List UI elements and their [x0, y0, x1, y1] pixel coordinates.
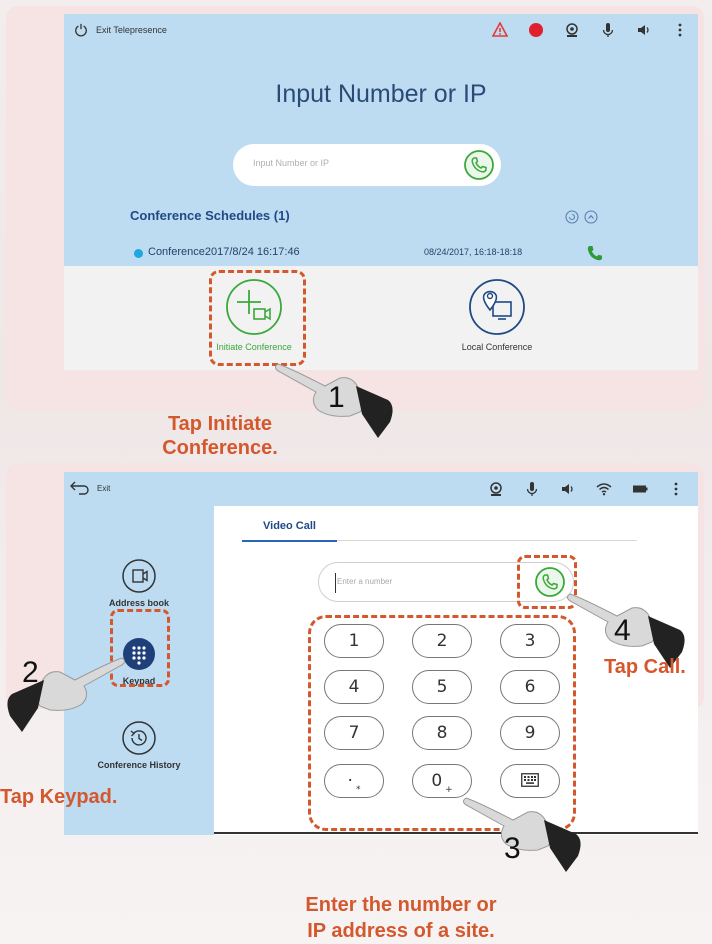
back-arrow-icon [70, 481, 89, 495]
more-icon[interactable] [672, 22, 688, 38]
text-caret [335, 573, 336, 593]
local-conference-label: Local Conference [461, 342, 533, 352]
tap-keypad-callout: Tap Keypad. [0, 786, 118, 808]
exit-label: Exit [97, 483, 111, 493]
schedule-name: Conference2017/8/24 16:17:46 [148, 246, 300, 258]
callout-line: IP address of a site. [307, 920, 495, 942]
mic-icon[interactable] [524, 481, 540, 497]
step-number-4: 4 [614, 614, 631, 647]
input-placeholder: Enter a number [337, 577, 393, 586]
step-number-2: 2 [22, 656, 39, 689]
schedule-row[interactable]: Conference2017/8/24 16:17:46 08/24/2017,… [64, 243, 698, 266]
number-ip-input[interactable]: Input Number or IP [233, 144, 501, 186]
callout-line: Enter the number or [305, 894, 497, 916]
power-icon [75, 23, 87, 37]
pointing-hand-icon [7, 657, 126, 732]
refresh-icon[interactable] [565, 210, 579, 224]
conference-schedules-title: Conference Schedules (1) [130, 208, 290, 223]
schedule-controls [565, 210, 598, 224]
status-icons [488, 481, 684, 497]
tab-video-call[interactable]: Video Call [242, 520, 337, 542]
warning-icon[interactable] [492, 22, 508, 38]
mic-icon[interactable] [600, 22, 616, 38]
home-header-area: Exit Telepresence Input Number or IP Inp… [64, 14, 698, 266]
callout-line: Conference. [162, 437, 278, 459]
page-title: Input Number or IP [275, 80, 487, 108]
address-book-icon [122, 559, 156, 593]
pointing-hand-icon [462, 797, 581, 872]
tab-divider [337, 540, 637, 541]
enter-number-callout: Enter the number or IP address of a site… [246, 892, 556, 944]
tap-initiate-callout: Tap Initiate Conference. [120, 412, 320, 460]
sidebar-item-label: Address book [108, 598, 169, 608]
status-bar: Exit [64, 472, 698, 506]
record-icon[interactable] [528, 22, 544, 38]
sidebar-item-address-book[interactable]: Address book [64, 558, 214, 608]
collapse-icon[interactable] [584, 210, 598, 224]
local-conference-option[interactable]: Local Conference [427, 278, 567, 352]
camera-icon[interactable] [564, 22, 580, 38]
wifi-icon[interactable] [596, 481, 612, 497]
status-icons [492, 22, 688, 38]
exit-telepresence-button[interactable]: Exit Telepresence [74, 23, 167, 37]
screen-bottom-edge [214, 832, 698, 834]
initiate-conference-highlight [209, 270, 306, 366]
exit-button[interactable]: Exit [69, 480, 110, 496]
speaker-icon[interactable] [560, 481, 576, 497]
status-dot [134, 249, 143, 258]
sidebar-item-label: Conference History [97, 760, 181, 770]
call-button[interactable] [463, 149, 495, 181]
location-screen-icon [469, 279, 525, 335]
callout-line: Tap Initiate [167, 413, 273, 435]
battery-icon[interactable] [632, 481, 648, 497]
camera-icon[interactable] [488, 481, 504, 497]
exit-telepresence-label: Exit Telepresence [96, 25, 167, 35]
tap-call-callout: Tap Call. [604, 656, 686, 678]
phone-icon[interactable] [586, 244, 604, 262]
telepresence-home-screen: Exit Telepresence Input Number or IP Inp… [64, 14, 698, 370]
speaker-icon[interactable] [636, 22, 652, 38]
input-placeholder: Input Number or IP [253, 158, 330, 168]
status-bar: Exit Telepresence [64, 14, 698, 48]
more-icon[interactable] [668, 481, 684, 497]
schedule-time: 08/24/2017, 16:18-18:18 [424, 247, 523, 257]
step-number-1: 1 [328, 381, 345, 414]
step-number-3: 3 [504, 832, 521, 865]
